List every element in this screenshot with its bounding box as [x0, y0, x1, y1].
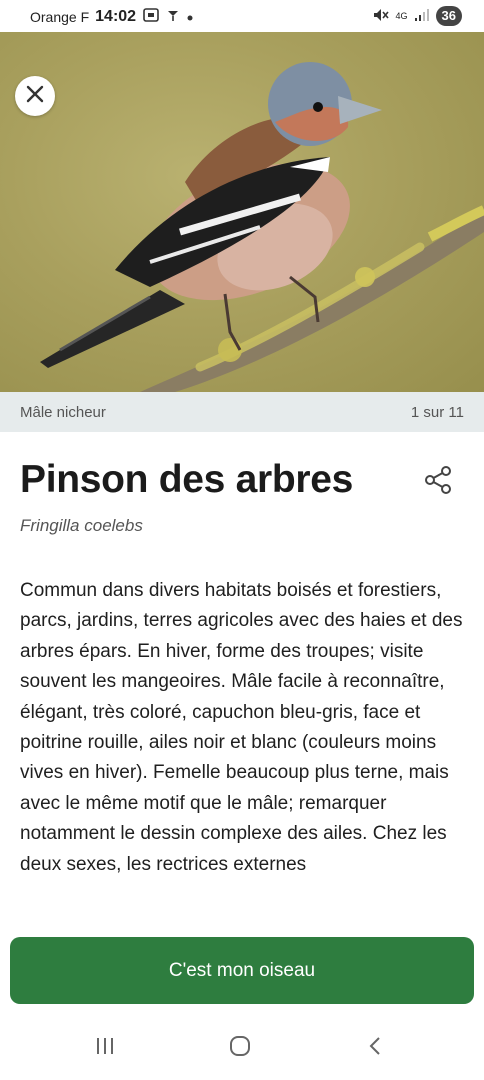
bird-photo[interactable]	[0, 32, 484, 392]
signal-icon	[414, 8, 430, 25]
photo-counter: 1 sur 11	[410, 404, 464, 421]
species-description: Commun dans divers habitats boisés et fo…	[20, 580, 463, 875]
photo-caption-bar: Mâle nicheur 1 sur 11	[0, 392, 484, 432]
system-nav-bar	[0, 1016, 484, 1080]
notification-icon	[166, 8, 180, 25]
confirm-bird-button[interactable]: C'est mon oiseau	[10, 937, 474, 1004]
recent-apps-button[interactable]	[85, 1036, 125, 1060]
network-type: 4G	[395, 10, 408, 21]
mute-icon	[372, 7, 390, 26]
recent-apps-icon	[94, 1035, 116, 1062]
chaffinch-illustration	[40, 62, 484, 392]
status-bar: Orange F 14:02 4G 36	[0, 0, 484, 32]
share-icon	[422, 466, 454, 500]
share-button[interactable]	[422, 464, 454, 496]
scientific-name: Fringilla coelebs	[20, 516, 143, 535]
close-icon	[25, 84, 45, 109]
species-name: Pinson des arbres	[20, 458, 354, 501]
dot-icon	[186, 9, 194, 25]
home-icon	[228, 1034, 252, 1063]
status-left: Orange F 14:02	[30, 7, 194, 26]
back-button[interactable]	[356, 1036, 396, 1060]
photo-caption: Mâle nicheur	[20, 404, 106, 421]
status-right: 4G 36	[372, 6, 462, 26]
back-icon	[365, 1035, 387, 1062]
carrier-label: Orange F	[30, 8, 90, 25]
battery-indicator: 36	[435, 6, 462, 26]
home-button[interactable]	[220, 1034, 260, 1063]
close-button[interactable]	[15, 76, 55, 116]
description-fade	[0, 900, 484, 936]
clock: 14:02	[95, 7, 137, 25]
screenshot-icon	[142, 7, 160, 26]
